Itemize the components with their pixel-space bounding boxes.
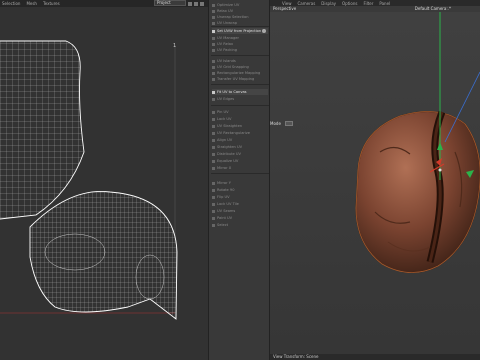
unwrap-icon (212, 15, 215, 19)
cmd-separator (211, 105, 269, 106)
cmd-paint-uv[interactable]: Paint UV (212, 215, 268, 221)
uv-island-bottom[interactable] (28, 187, 180, 322)
vp-menu-panel[interactable]: Panel (379, 1, 390, 6)
islands-icon (212, 59, 215, 63)
seams-icon (212, 209, 215, 213)
relax-icon (212, 9, 215, 13)
lock-icon (212, 117, 215, 121)
cmd-pin-uv[interactable]: Pin UV (212, 109, 268, 115)
manager-icon (212, 36, 215, 40)
uv-menu-mesh[interactable]: Mesh (26, 1, 37, 6)
cmd-separator (211, 84, 269, 85)
mirror-icon (212, 181, 215, 185)
paint-icon (212, 216, 215, 220)
cmd-separator (211, 173, 269, 174)
vp-menu-filter[interactable]: Filter (363, 1, 373, 6)
uv-canvas[interactable]: 1 (0, 7, 208, 360)
vp-menu-view[interactable]: View (282, 1, 292, 6)
cmd-uv-seams[interactable]: UV Seams (212, 208, 268, 214)
cmd-straighten-uv[interactable]: Straighten UV (212, 144, 268, 150)
packing-icon (212, 48, 215, 52)
settings-icon[interactable] (200, 1, 204, 6)
cmd-fit-uv-to-canvas[interactable]: Fit UV to Canvas (212, 89, 268, 95)
mirror-icon (212, 166, 215, 170)
rectangle-icon (212, 71, 215, 75)
cmd-rotate-90[interactable]: Rotate 90 (212, 187, 268, 193)
coffee-bean-model[interactable] (355, 110, 480, 273)
cmd-separator (211, 26, 269, 27)
uv-command-panel: Optimize UV Relax UV Unwrap Selection UV… (208, 0, 270, 360)
viewport-3d[interactable] (270, 12, 480, 354)
cmd-align-uv[interactable]: Align UV (212, 137, 268, 143)
align-icon (212, 138, 215, 142)
edges-icon (212, 97, 215, 101)
lock-icon (212, 202, 215, 206)
cmd-equalize-uv[interactable]: Equalize UV (212, 158, 268, 164)
gizmo-center-icon[interactable] (438, 168, 442, 172)
projection-icon (212, 29, 215, 33)
uv-toolbar (188, 0, 208, 7)
pin-icon (212, 110, 215, 114)
uv-corner-marker: 1 (173, 43, 176, 49)
project-select[interactable]: Project (154, 0, 186, 6)
relax-icon (212, 42, 215, 46)
uv-island-top[interactable] (0, 40, 90, 221)
cmd-uv-straighten[interactable]: UV Straighten (212, 123, 268, 129)
uv-menu-textures[interactable]: Textures (43, 1, 60, 6)
vp-menu-display[interactable]: Display (321, 1, 336, 6)
cmd-transfer-uv-mapping[interactable]: Transfer UV Mapping (212, 76, 268, 82)
grid-icon[interactable] (188, 1, 192, 6)
uv-menu-selection[interactable]: Selection (2, 1, 20, 6)
cmd-lock-uv-tile[interactable]: Lock UV Tile (212, 201, 268, 207)
grid-icon (212, 65, 215, 69)
rectangle-icon (212, 131, 215, 135)
unwrap-icon (212, 21, 215, 25)
cmd-select[interactable]: Select (212, 222, 268, 228)
cmd-uv-edges[interactable]: UV Edges (212, 96, 268, 102)
fit-icon (212, 90, 215, 94)
cmd-uv-rectangularize[interactable]: UV Rectangularize (212, 130, 268, 136)
gear-icon[interactable] (262, 29, 266, 33)
straighten-icon (212, 145, 215, 149)
select-icon (212, 223, 215, 227)
cmd-mirror-x[interactable]: Mirror X (212, 165, 268, 171)
cmd-distribute-uv[interactable]: Distribute UV (212, 151, 268, 157)
straighten-icon (212, 124, 215, 128)
cmd-separator (211, 55, 269, 56)
vp-menu-cameras[interactable]: Cameras (298, 1, 316, 6)
cmd-mirror-y[interactable]: Mirror Y (212, 180, 268, 186)
viewport-footer: View Transform: Scene (270, 354, 480, 360)
rotate-icon (212, 188, 215, 192)
cmd-set-uvw-from-projection[interactable]: Set UVW from Projection (212, 28, 268, 34)
optimize-icon (212, 3, 215, 7)
cmd-flip-uv[interactable]: Flip UV (212, 194, 268, 200)
view-icon[interactable] (194, 1, 198, 6)
cmd-uv-packing[interactable]: UV Packing (212, 47, 268, 53)
cmd-lock-uv[interactable]: Lock UV (212, 116, 268, 122)
flip-icon (212, 195, 215, 199)
transfer-icon (212, 77, 215, 81)
vp-menu-options[interactable]: Options (342, 1, 357, 6)
equalize-icon (212, 159, 215, 163)
distribute-icon (212, 152, 215, 156)
